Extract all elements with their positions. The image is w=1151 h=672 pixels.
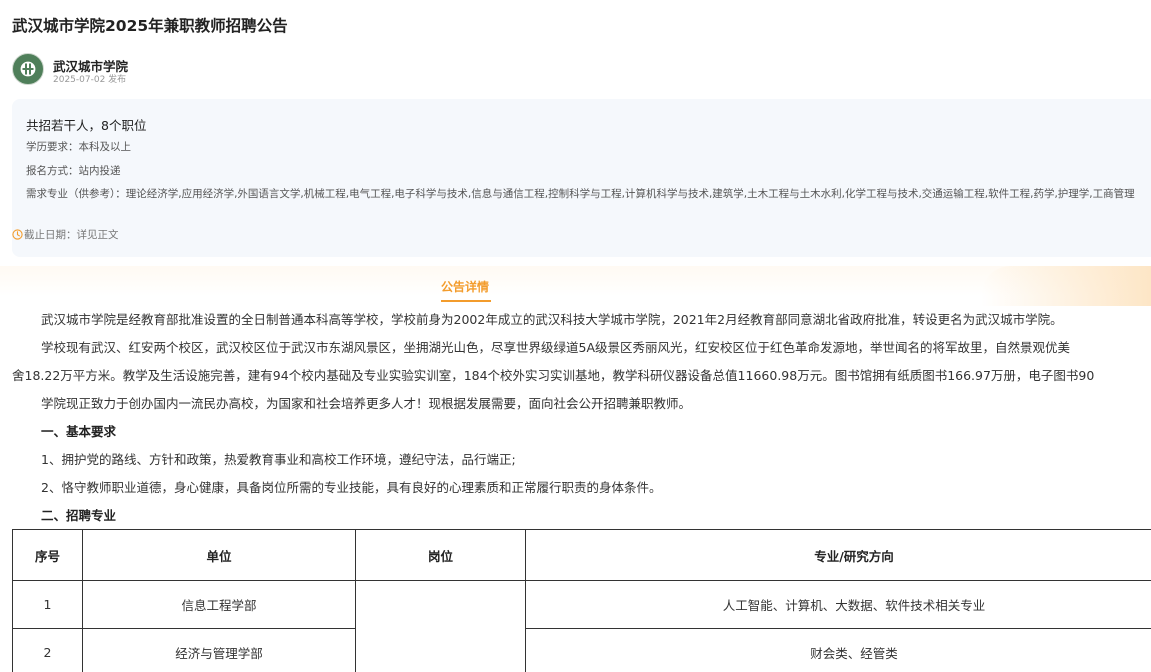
intro-paragraph-3: 学院现正致力于创办国内一流民办高校，为国家和社会培养更多人才！现根据发展需要，面… [41, 396, 692, 411]
tab-active-indicator [441, 300, 491, 302]
cell-no: 2 [12, 628, 83, 672]
summary-apply-method: 报名方式：站内投递 [26, 165, 121, 177]
section-heading-requirements: 一、基本要求 [41, 424, 117, 439]
logo-emblem-icon [19, 60, 37, 78]
summary-education: 学历要求：本科及以上 [26, 141, 131, 153]
intro-paragraph-2-continued: 舍18.22万平方米。教学及生活设施完善，建有94个校内基础及专业实验实训室，1… [12, 368, 1095, 383]
cell-major: 人工智能、计算机、大数据、软件技术相关专业 [525, 580, 1151, 629]
cell-unit: 经济与管理学部 [82, 628, 356, 672]
section-heading-majors: 二、招聘专业 [41, 508, 117, 523]
university-logo[interactable] [12, 53, 44, 85]
header-major: 专业/研究方向 [525, 529, 1151, 581]
clock-icon [12, 229, 23, 243]
cell-major: 财会类、经管类 [525, 628, 1151, 672]
tab-announcement-detail[interactable]: 公告详情 [441, 278, 489, 295]
summary-majors: 需求专业（供参考）：理论经济学,应用经济学,外国语言文学,机械工程,电气工程,电… [26, 188, 1135, 200]
summary-deadline: 截止日期：详见正文 [12, 227, 119, 243]
cell-no: 1 [12, 580, 83, 629]
table-row: 1 信息工程学部 人工智能、计算机、大数据、软件技术相关专业 [12, 580, 1151, 672]
deadline-text: 截止日期：详见正文 [24, 229, 119, 241]
intro-paragraph-2: 学校现有武汉、红安两个校区，武汉校区位于武汉市东湖风景区，坐拥湖光山色，尽享世界… [41, 340, 1071, 355]
publish-date: 2025-07-02 发布 [53, 75, 127, 85]
table-header-row: 序号 单位 岗位 专业/研究方向 [12, 529, 1151, 581]
table-row: 2 经济与管理学部 财会类、经管类 [12, 628, 1151, 672]
page: 武汉城市学院2025年兼职教师招聘公告 武汉城市学院 2025-07-02 发布… [0, 0, 1151, 672]
header-unit: 单位 [82, 529, 356, 581]
header-no: 序号 [12, 529, 83, 581]
requirement-item-1: 1、拥护党的路线、方针和政策，热爱教育事业和高校工作环境，遵纪守法，品行端正; [41, 452, 516, 467]
intro-paragraph-1: 武汉城市学院是经教育部批准设置的全日制普通本科高等学校，学校前身为2002年成立… [41, 312, 1063, 327]
cell-unit: 信息工程学部 [82, 580, 356, 629]
job-summary-card: 共招若干人，8个职位 学历要求：本科及以上 报名方式：站内投递 需求专业（供参考… [12, 99, 1151, 257]
header-post: 岗位 [355, 529, 526, 581]
summary-headcount: 共招若干人，8个职位 [26, 118, 147, 133]
recruitment-table: 序号 单位 岗位 专业/研究方向 1 信息工程学部 人工智能、计算机、大数据、软… [12, 529, 1151, 672]
cell-post [355, 580, 526, 672]
requirement-item-2: 2、恪守教师职业道德，身心健康，具备岗位所需的专业技能，具有良好的心理素质和正常… [41, 480, 662, 495]
page-title: 武汉城市学院2025年兼职教师招聘公告 [12, 17, 288, 35]
